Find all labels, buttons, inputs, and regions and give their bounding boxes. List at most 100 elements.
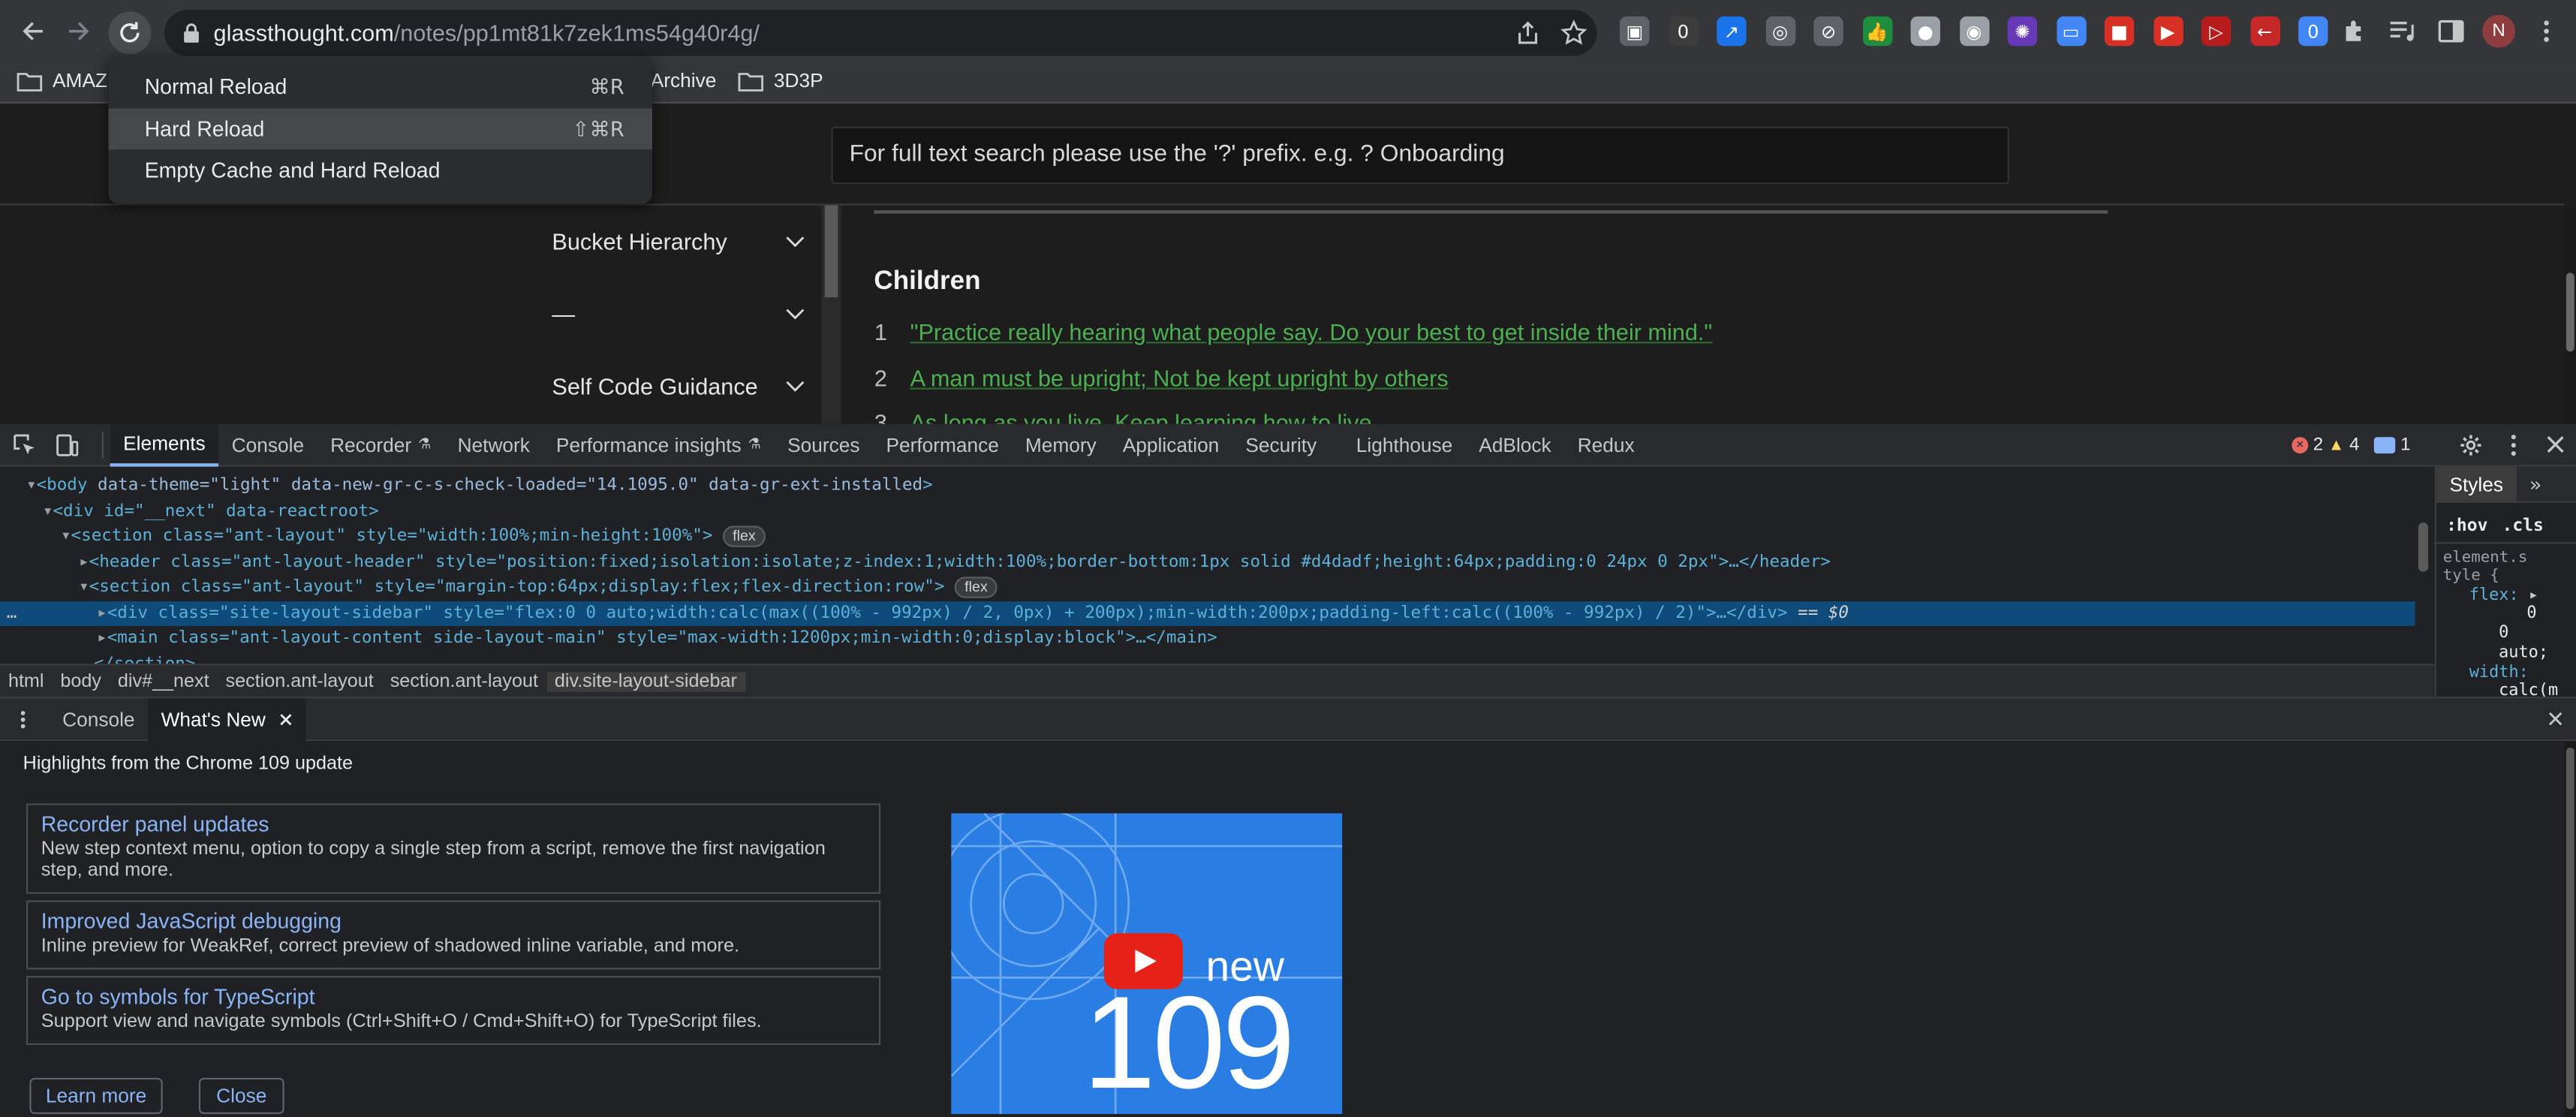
feature-card-typescript[interactable]: Go to symbols for TypeScript Support vie… [26,976,881,1046]
close-button[interactable]: Close [198,1077,284,1114]
back-button[interactable] [15,14,51,50]
release-video-thumbnail[interactable]: new 109 [951,813,1343,1114]
tab-memory[interactable]: Memory [1012,423,1109,466]
feature-card-title[interactable]: Improved JavaScript debugging [41,908,866,933]
tab-lighthouse[interactable]: Lighthouse [1343,423,1466,466]
tab-performance-insights[interactable]: Performance insights ⚗ [543,423,774,466]
ext-box-icon[interactable]: ▣ [1620,16,1650,47]
hover-toggle[interactable]: :hov [2446,516,2487,535]
menu-item-normal-reload[interactable]: Normal Reload ⌘R [108,66,652,108]
tab-network[interactable]: Network [444,423,543,466]
extensions-puzzle-icon[interactable] [2341,18,2367,44]
child-item[interactable]: 1 "Practice really hearing what people s… [874,319,1712,345]
dom-node-section-close[interactable]: </section> [0,652,2415,664]
menu-item-hard-reload[interactable]: Hard Reload ⇧⌘R [108,107,652,150]
bookmark-star-icon[interactable] [1560,20,1587,46]
flex-badge[interactable]: flex [722,525,766,546]
issues-counter[interactable]: × 2 ▲ 4 1 [2292,432,2411,459]
tab-adblock[interactable]: AdBlock [1466,423,1564,466]
crumb-html[interactable]: html [0,671,52,691]
forward-button[interactable] [61,14,97,50]
tab-elements[interactable]: Elements [110,423,219,466]
ext-circle-icon[interactable]: ● [1910,16,1940,47]
style-prop-flex[interactable]: flex: ▸ [2469,586,2538,604]
ext-slash-icon[interactable]: ⊘ [1813,16,1843,47]
class-toggle[interactable]: .cls [2502,516,2544,535]
reload-button[interactable] [108,11,152,55]
tab-recorder[interactable]: Recorder ⚗ [317,423,444,466]
whats-new-scrollbar[interactable] [2564,741,2576,1117]
crumb-section-1[interactable]: section.ant-layout [218,671,382,691]
tab-security[interactable]: Security [1232,423,1330,466]
ext-bag-icon[interactable]: ▭ [2056,16,2086,47]
node-actions-ellipsis[interactable]: … [7,601,17,626]
close-devtools-icon[interactable] [2547,435,2565,453]
feature-card-recorder[interactable]: Recorder panel updates New step context … [26,803,881,894]
sidebar-scrollbar-thumb[interactable] [824,205,838,298]
devtools-more-icon[interactable] [2510,434,2517,457]
ext-glasses-icon[interactable]: ◎ [1765,16,1795,47]
style-prop-name[interactable]: width: [2469,664,2529,682]
child-link[interactable]: A man must be upright; Not be kept uprig… [910,365,1449,391]
menu-item-empty-cache-hard-reload[interactable]: Empty Cache and Hard Reload [108,149,652,191]
tab-styles[interactable]: Styles [2436,465,2517,502]
crumb-section-2[interactable]: section.ant-layout [382,671,546,691]
profile-avatar[interactable]: N [2482,14,2516,48]
feature-card-title[interactable]: Recorder panel updates [41,811,866,836]
ext-play-outline-icon[interactable]: ▷ [2201,16,2231,47]
ext-zero-icon[interactable]: 0 [1668,16,1699,47]
kebab-menu-icon[interactable] [2543,20,2550,43]
child-link[interactable]: "Practice really hearing what people say… [910,319,1713,345]
bookmark-folder-amaz[interactable]: AMAZ [17,69,107,92]
dom-node-sidebar-selected[interactable]: … ▸<div class="site-layout-sidebar" style… [0,600,2415,626]
style-prop-value[interactable]: 0 [2499,625,2508,643]
bookmark-folder-3d3p[interactable]: 3D3P [738,69,823,92]
settings-gear-icon[interactable] [2460,434,2483,457]
tab-sources[interactable]: Sources [775,423,873,466]
ext-thumb-icon[interactable]: 👍 [1861,16,1892,47]
close-tab-icon[interactable] [278,712,292,726]
dom-node-header[interactable]: ▸<header class="ant-layout-header" style… [0,549,2415,575]
dom-scrollbar-thumb[interactable] [2418,522,2429,572]
crumb-div-next[interactable]: div#__next [110,671,218,691]
ext-play-icon[interactable]: ▶ [2153,16,2183,47]
ext-badge-icon[interactable]: 0 [2298,16,2328,47]
nav-item-bucket-hierarchy[interactable]: Bucket Hierarchy [552,221,805,261]
ext-sun-icon[interactable]: ✺ [2007,16,2038,47]
learn-more-button[interactable]: Learn more [29,1077,163,1114]
dom-node-main[interactable]: ▸<main class="ant-layout-content side-la… [0,626,2415,652]
tab-console[interactable]: Console [218,423,317,466]
device-toolbar-icon[interactable] [56,433,79,456]
style-prop-value[interactable]: 0 [2526,604,2536,622]
share-icon[interactable] [1515,20,1541,46]
feature-card-title[interactable]: Go to symbols for TypeScript [41,984,866,1009]
feature-card-js-debugging[interactable]: Improved JavaScript debugging Inline pre… [26,900,881,970]
bookmark-folder-archive[interactable]: Archive [651,69,717,92]
tab-performance[interactable]: Performance [873,423,1012,466]
whats-new-scrollbar-thumb[interactable] [2565,747,2574,1109]
dom-node-next[interactable]: ▾<div id="__next" data-reactroot> [0,498,2415,524]
ext-red-icon[interactable]: ■ [2104,16,2135,47]
crumb-div-sidebar[interactable]: div.site-layout-sidebar [546,671,745,691]
expand-arrow-icon[interactable]: ▸ [2529,586,2538,604]
more-tabs-icon[interactable]: » [2529,472,2541,495]
ext-ring-icon[interactable]: ◉ [1959,16,1989,47]
close-drawer-icon[interactable] [2548,712,2563,727]
drawer-menu-icon[interactable] [20,709,26,728]
tab-redux[interactable]: Redux [1564,423,1648,466]
style-prop-value[interactable]: auto; [2499,644,2548,662]
crumb-body[interactable]: body [52,671,109,691]
media-queue-icon[interactable] [2388,20,2415,43]
nav-item-dash[interactable]: — [552,294,805,334]
side-panel-icon[interactable] [2438,20,2464,43]
drawer-tab-whats-new[interactable]: What's New [148,697,305,741]
ext-back-arrow-icon[interactable]: ← [2249,16,2280,47]
search-input[interactable]: For full text search please use the '?' … [831,126,2009,185]
drawer-tab-console[interactable]: Console [50,697,148,740]
tab-application[interactable]: Application [1109,423,1232,466]
address-bar[interactable]: glassthought.com/notes/pp1mt81k7zek1ms54… [164,10,1597,56]
page-scrollbar-thumb[interactable] [2565,272,2574,352]
inspect-element-icon[interactable] [14,433,37,456]
flex-badge[interactable]: flex [955,576,998,598]
child-item[interactable]: 2 A man must be upright; Not be kept upr… [874,365,1449,391]
